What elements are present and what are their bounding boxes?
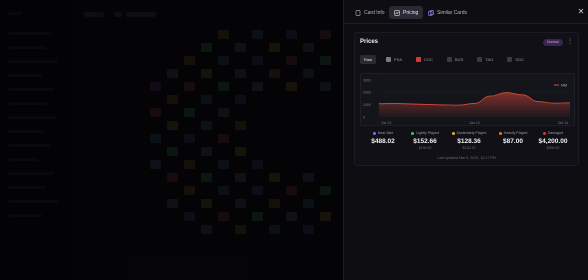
tab-pricing-label: Pricing: [403, 9, 419, 16]
psa-icon: [386, 56, 392, 62]
x-tick-label: Oct 14: [558, 121, 568, 125]
card-icon: [355, 9, 361, 16]
y-tick-label: 1000: [363, 103, 371, 107]
tab-similar-cards-label: Similar Cards: [437, 9, 468, 16]
grading-filter-chips: Raw PSA CGC BGS TAG SGC: [360, 54, 575, 64]
price-history-chart[interactable]: 3000 2000 1000 0 Oct 13 Jan 13 Oct 14 NM: [360, 73, 575, 126]
chip-bgs-label: BGS: [454, 56, 464, 62]
chart-svg: 3000 2000 1000 0 Oct 13 Jan 13 Oct 14 NM: [363, 78, 571, 125]
chip-sgc[interactable]: SGC: [503, 55, 528, 64]
stat-lightly-played-value: $152.66: [413, 138, 437, 145]
x-tick-label: Jan 13: [469, 121, 480, 125]
chip-psa-label: PSA: [394, 56, 403, 62]
stat-damaged-value: $4,200.00: [538, 138, 568, 145]
prices-title: Prices: [360, 39, 379, 45]
drawer-tab-bar: Card Info Pricing Similar Cards ✕: [344, 0, 588, 24]
x-tick-label: Oct 13: [381, 121, 391, 125]
y-tick-label: 0: [363, 115, 365, 119]
variant-badge[interactable]: Normal: [543, 39, 563, 46]
chip-psa[interactable]: PSA: [382, 55, 406, 64]
y-tick-label: 3000: [363, 78, 371, 82]
chip-cgc[interactable]: CGC: [412, 55, 437, 64]
close-icon[interactable]: ✕: [576, 7, 586, 17]
tab-card-info-label: Card Info: [364, 9, 385, 16]
stat-lightly-played-label: Lightly Played: [416, 131, 439, 135]
prices-panel: Prices Normal ⋮ Raw PSA CGC BGS TAG SGC …: [354, 32, 579, 166]
moderately-played-dot-icon: [451, 131, 455, 135]
y-tick-label: 2000: [363, 91, 371, 95]
cgc-icon: [416, 56, 422, 62]
chip-tag-label: TAG: [485, 56, 494, 62]
legend-label-nm: NM: [561, 83, 567, 87]
chip-cgc-label: CGC: [424, 56, 433, 62]
bgs-icon: [446, 56, 452, 62]
chip-bgs[interactable]: BGS: [443, 55, 467, 64]
chip-raw-label: Raw: [364, 56, 373, 62]
tab-card-info[interactable]: Card Info: [350, 6, 390, 19]
lightly-played-dot-icon: [411, 131, 415, 135]
stat-near-mint-label: Near Mint: [377, 131, 394, 135]
chip-raw[interactable]: Raw: [360, 54, 377, 64]
last-updated-text: Last updated Mar 9, 2025, 10:17 PM: [437, 156, 496, 160]
sgc-icon: [507, 56, 513, 62]
stat-damaged-label: Damaged: [547, 131, 564, 135]
similar-cards-icon: [428, 9, 434, 16]
heavily-played-dot-icon: [498, 131, 502, 135]
pricing-drawer: Card Info Pricing Similar Cards ✕ Prices…: [343, 0, 588, 280]
stat-lightly-played-sub: $190.00: [418, 146, 432, 150]
tag-icon: [477, 56, 483, 62]
damaged-dot-icon: [542, 131, 546, 135]
chip-tag[interactable]: TAG: [473, 55, 497, 64]
stat-moderately-played-value: $128.36: [457, 138, 481, 145]
more-options-icon[interactable]: ⋮: [567, 38, 573, 45]
pricing-icon: [394, 9, 400, 16]
stat-damaged-sub: $900.00: [546, 146, 560, 150]
stat-moderately-played-sub: $130.13: [462, 146, 476, 150]
tab-pricing[interactable]: Pricing: [389, 6, 424, 19]
stat-heavily-played-label: Heavily Played: [503, 131, 528, 135]
stat-near-mint-value: $488.02: [371, 138, 395, 145]
stat-moderately-played-label: Moderately Played: [456, 131, 487, 135]
near-mint-dot-icon: [372, 131, 376, 135]
tab-similar-cards[interactable]: Similar Cards: [423, 6, 472, 19]
series-area-nm: [379, 92, 570, 117]
chip-sgc-label: SGC: [515, 56, 524, 62]
